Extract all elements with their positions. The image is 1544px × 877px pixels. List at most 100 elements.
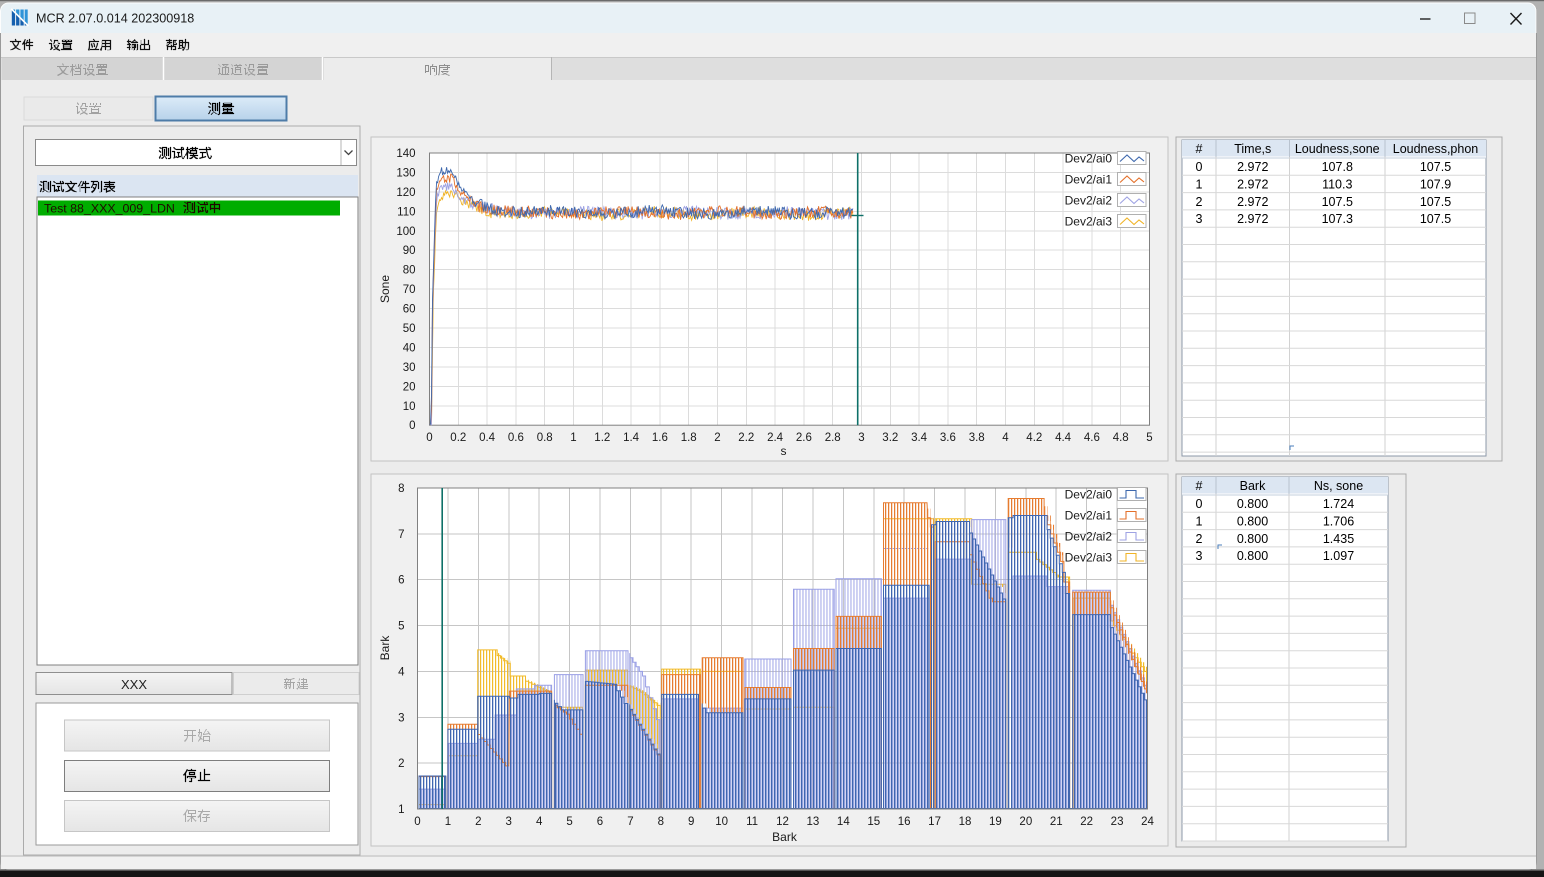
svg-text:8: 8: [398, 483, 404, 495]
svg-text:13: 13: [807, 816, 820, 828]
svg-text:Dev2/ai2: Dev2/ai2: [1065, 530, 1113, 544]
svg-text:4.2: 4.2: [1026, 432, 1042, 444]
svg-text:Dev2/ai3: Dev2/ai3: [1065, 551, 1113, 565]
svg-text:80: 80: [403, 265, 416, 277]
svg-text:4.8: 4.8: [1113, 432, 1129, 444]
svg-text:2: 2: [714, 432, 720, 444]
svg-text:90: 90: [403, 245, 416, 257]
svg-text:Dev2/ai3: Dev2/ai3: [1065, 215, 1113, 229]
svg-text:2: 2: [398, 758, 404, 770]
svg-text:Dev2/ai0: Dev2/ai0: [1065, 488, 1113, 502]
svg-text:3: 3: [398, 712, 404, 724]
svg-text:1.4: 1.4: [623, 432, 640, 444]
svg-text:10: 10: [403, 401, 416, 413]
svg-text:18: 18: [959, 816, 972, 828]
svg-text:Sone: Sone: [378, 275, 392, 303]
svg-text:Bark: Bark: [772, 830, 798, 844]
svg-text:50: 50: [403, 323, 416, 335]
svg-text:Loudness,phon: Loudness,phon: [1393, 142, 1479, 156]
svg-text:2.4: 2.4: [767, 432, 784, 444]
svg-text:1.097: 1.097: [1323, 549, 1354, 563]
svg-text:0: 0: [1196, 497, 1203, 511]
svg-text:s: s: [781, 444, 787, 458]
svg-text:1: 1: [445, 816, 451, 828]
svg-text:#: #: [1196, 479, 1203, 493]
svg-text:Dev2/ai0: Dev2/ai0: [1065, 152, 1113, 166]
svg-text:17: 17: [928, 816, 941, 828]
svg-text:2.8: 2.8: [825, 432, 841, 444]
svg-text:3: 3: [1196, 212, 1203, 226]
svg-text:1.6: 1.6: [652, 432, 668, 444]
svg-text:107.3: 107.3: [1322, 212, 1353, 226]
svg-text:MCR 2.07.0.014 202300918: MCR 2.07.0.014 202300918: [36, 12, 194, 26]
svg-text:1: 1: [398, 804, 404, 816]
svg-text:0: 0: [1196, 160, 1203, 174]
svg-text:20: 20: [1019, 816, 1032, 828]
svg-text:100: 100: [396, 226, 415, 238]
svg-text:23: 23: [1111, 816, 1124, 828]
svg-text:107.8: 107.8: [1322, 160, 1353, 174]
svg-text:3: 3: [1196, 549, 1203, 563]
svg-text:4: 4: [536, 816, 543, 828]
svg-text:Bark: Bark: [378, 635, 392, 661]
svg-text:2: 2: [1196, 532, 1203, 546]
svg-text:5: 5: [566, 816, 572, 828]
svg-text:8: 8: [658, 816, 664, 828]
svg-text:16: 16: [898, 816, 911, 828]
svg-text:Time,s: Time,s: [1234, 142, 1271, 156]
svg-text:Dev2/ai1: Dev2/ai1: [1065, 173, 1113, 187]
svg-text:20: 20: [403, 381, 416, 393]
svg-text:2.972: 2.972: [1237, 212, 1268, 226]
svg-text:3.8: 3.8: [969, 432, 985, 444]
svg-text:107.5: 107.5: [1322, 195, 1353, 209]
svg-text:7: 7: [627, 816, 633, 828]
svg-text:120: 120: [396, 187, 415, 199]
svg-text:15: 15: [867, 816, 880, 828]
svg-text:24: 24: [1141, 816, 1154, 828]
svg-text:#: #: [1196, 142, 1203, 156]
svg-text:40: 40: [403, 342, 416, 354]
svg-text:0.800: 0.800: [1237, 532, 1268, 546]
svg-text:70: 70: [403, 284, 416, 296]
svg-text:107.5: 107.5: [1420, 195, 1451, 209]
svg-text:3.4: 3.4: [911, 432, 928, 444]
svg-text:4.4: 4.4: [1055, 432, 1072, 444]
svg-text:7: 7: [398, 529, 404, 541]
svg-text:0: 0: [409, 420, 415, 432]
svg-text:110: 110: [397, 206, 415, 218]
svg-text:1.2: 1.2: [594, 432, 610, 444]
svg-text:11: 11: [746, 816, 758, 828]
svg-text:2: 2: [1196, 195, 1203, 209]
svg-text:14: 14: [837, 816, 850, 828]
svg-text:9: 9: [688, 816, 694, 828]
svg-text:6: 6: [597, 816, 603, 828]
svg-text:0: 0: [414, 816, 420, 828]
svg-text:21: 21: [1050, 816, 1063, 828]
svg-text:3: 3: [858, 432, 864, 444]
svg-text:XXX: XXX: [121, 677, 147, 692]
svg-text:1.706: 1.706: [1323, 515, 1354, 529]
svg-text:Dev2/ai1: Dev2/ai1: [1065, 509, 1113, 523]
svg-text:4: 4: [398, 666, 405, 678]
svg-text:1.435: 1.435: [1323, 532, 1354, 546]
svg-text:60: 60: [403, 304, 416, 316]
svg-text:107.5: 107.5: [1420, 212, 1451, 226]
svg-text:3.6: 3.6: [940, 432, 956, 444]
svg-text:3.2: 3.2: [882, 432, 898, 444]
svg-text:2: 2: [475, 816, 481, 828]
svg-text:1.724: 1.724: [1323, 497, 1354, 511]
svg-text:130: 130: [396, 167, 415, 179]
svg-text:3: 3: [506, 816, 512, 828]
svg-text:19: 19: [989, 816, 1002, 828]
svg-text:0.800: 0.800: [1237, 549, 1268, 563]
svg-text:0.4: 0.4: [479, 432, 496, 444]
svg-text:0: 0: [426, 432, 432, 444]
svg-text:140: 140: [396, 148, 415, 160]
svg-text:0.2: 0.2: [450, 432, 466, 444]
svg-text:2.972: 2.972: [1237, 195, 1268, 209]
svg-text:1: 1: [570, 432, 576, 444]
svg-text:10: 10: [715, 816, 728, 828]
svg-text:Bark: Bark: [1240, 479, 1266, 493]
svg-text:0.6: 0.6: [508, 432, 524, 444]
svg-text:2.972: 2.972: [1237, 160, 1268, 174]
